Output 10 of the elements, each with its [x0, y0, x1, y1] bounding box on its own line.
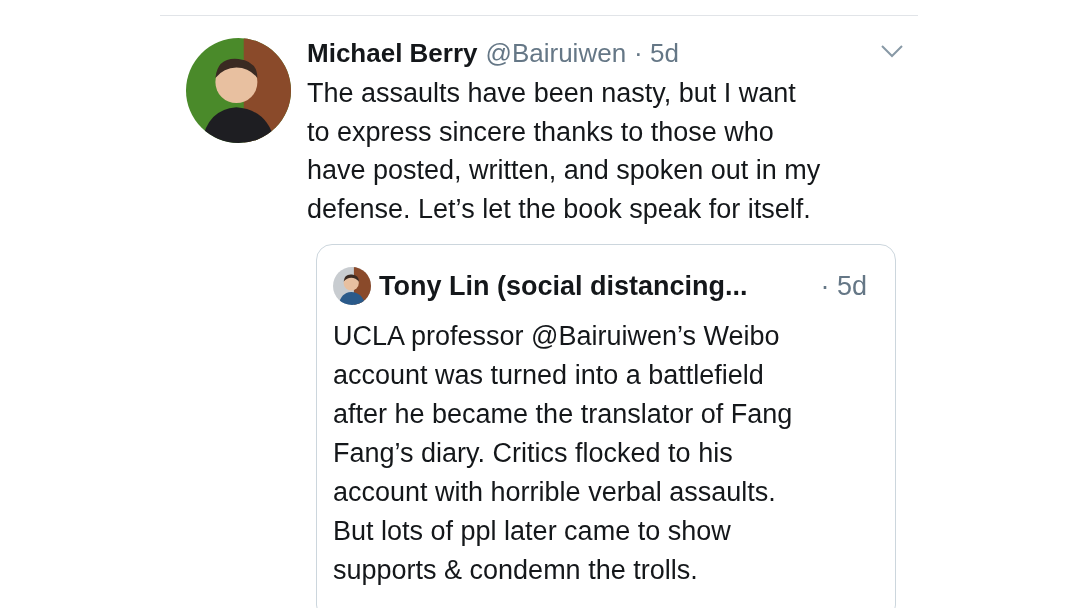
tweet-text: The assaults have been nasty, but I want to express sincere thanks to those who have posted, written, and spoken out in my defense. Let’s let the book speak for itself.	[307, 77, 822, 226]
caret-icon[interactable]	[880, 44, 904, 58]
quoted-tweet-text: UCLA professor @Bairuiwen’s Weibo account was turned into a battlefield after he became the translator of Fang Fang’s diary. Critics flocked to his account with horrible verbal assaults. But lots of ppl later came to show supports & condemn the trolls.	[333, 320, 794, 587]
quoted-tweet-card[interactable]	[316, 244, 896, 608]
quoted-author-name: Tony Lin (social distancing...	[379, 270, 748, 302]
author-handle[interactable]: @Bairuiwen	[485, 38, 627, 69]
author-name[interactable]: Michael Berry	[307, 38, 478, 69]
quoted-timestamp: · 5d	[820, 270, 867, 302]
timestamp: · 5d	[634, 38, 679, 69]
avatar[interactable]	[333, 267, 371, 305]
